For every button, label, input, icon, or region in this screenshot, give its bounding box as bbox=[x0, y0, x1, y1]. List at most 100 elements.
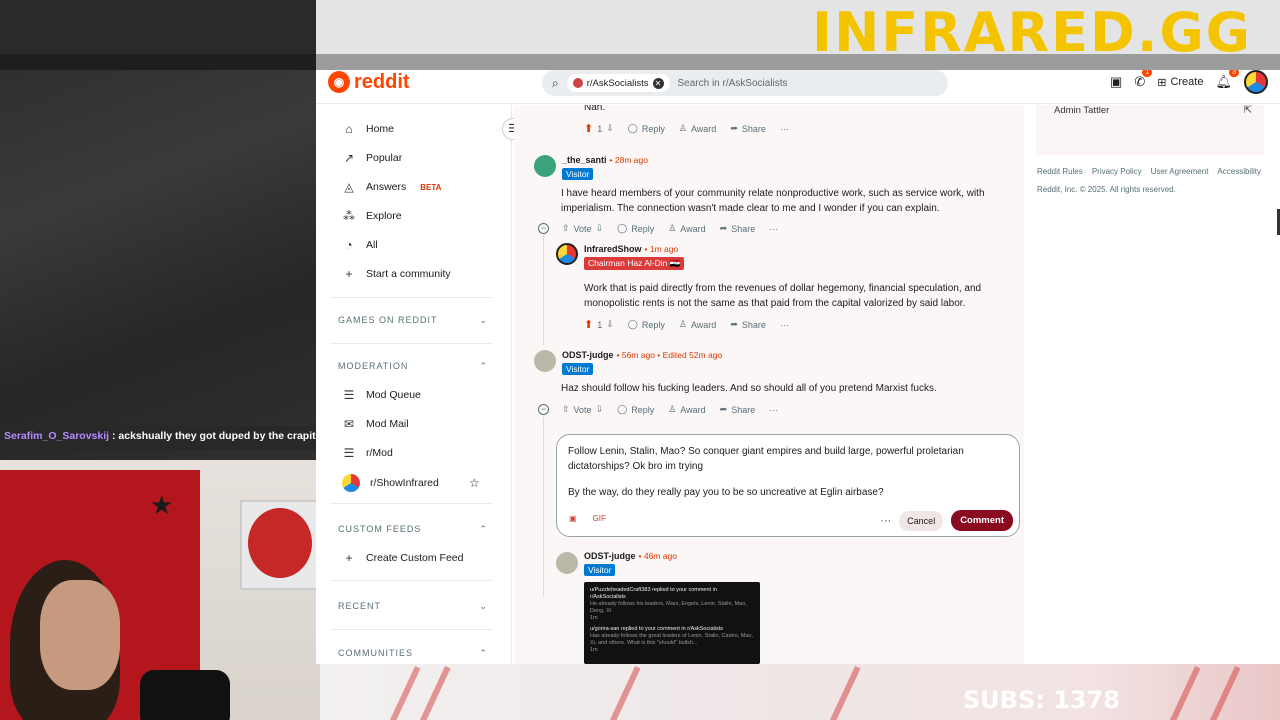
reddit-logo[interactable]: ◉ reddit bbox=[328, 70, 410, 94]
search-input[interactable]: Search in r/AskSocialists bbox=[678, 78, 788, 89]
upvote-icon[interactable]: ⇧ bbox=[562, 404, 570, 415]
user-avatar[interactable] bbox=[556, 552, 578, 574]
section-moderation[interactable]: MODERATION ⌃ bbox=[338, 361, 488, 372]
reply-button[interactable]: ◯ Reply bbox=[628, 123, 665, 134]
downvote-icon[interactable]: ⇩ bbox=[596, 223, 604, 234]
create-button[interactable]: ⊞ Create bbox=[1157, 76, 1203, 89]
upvote-icon[interactable]: ⬆ bbox=[584, 122, 593, 135]
user-avatar[interactable] bbox=[556, 243, 578, 265]
clear-scope-icon[interactable]: ✕ bbox=[652, 77, 664, 89]
more-options-button[interactable]: ··· bbox=[780, 124, 789, 134]
section-recent[interactable]: RECENT ⌄ bbox=[338, 601, 488, 612]
nav-popular[interactable]: ↗ Popular bbox=[342, 151, 402, 165]
external-link-icon[interactable]: ⇱ bbox=[1244, 105, 1252, 116]
reply-label: Reply bbox=[641, 123, 665, 134]
comment-button[interactable]: Comment bbox=[951, 510, 1013, 531]
star-icon[interactable]: ☆ bbox=[469, 476, 480, 490]
nav-create-feed[interactable]: + Create Custom Feed bbox=[342, 551, 463, 565]
reply-button[interactable]: ◯ Reply bbox=[617, 223, 654, 234]
chat-icon[interactable]: ✆ 1 bbox=[1134, 70, 1153, 90]
comment-author[interactable]: InfraredShow • 1m ago bbox=[584, 244, 678, 254]
share-button[interactable]: ➦ Share bbox=[720, 223, 756, 234]
comment-author[interactable]: ODST-judge • 56m ago • Edited 52m ago bbox=[562, 350, 722, 360]
award-button[interactable]: ♙ Award bbox=[668, 404, 705, 415]
overlay-band bbox=[0, 0, 316, 54]
footer-link[interactable]: Privacy Policy bbox=[1092, 167, 1142, 176]
create-label: Create bbox=[1170, 76, 1204, 88]
award-button[interactable]: ♙ Award bbox=[679, 123, 716, 134]
upvote-icon[interactable]: ⇧ bbox=[562, 223, 570, 234]
downvote-icon[interactable]: ⇩ bbox=[596, 404, 604, 415]
reply-button[interactable]: ◯ Reply bbox=[617, 404, 654, 415]
user-avatar[interactable] bbox=[534, 350, 556, 372]
subs-counter: SUBS: 1378 bbox=[962, 686, 1120, 714]
bell-icon[interactable]: 🔔︎ 3 bbox=[1215, 70, 1239, 90]
cancel-button[interactable]: Cancel bbox=[899, 510, 944, 531]
nav-showinfrared[interactable]: r/ShowInfrared ☆ bbox=[342, 474, 480, 492]
nav-label: Answers bbox=[366, 181, 407, 193]
nav-home[interactable]: ⌂ Home bbox=[342, 122, 394, 136]
nav-r-mod[interactable]: ☰ r/Mod bbox=[342, 446, 393, 460]
share-button[interactable]: ➦ Share bbox=[730, 319, 766, 330]
user-avatar[interactable] bbox=[534, 155, 556, 177]
footer-link[interactable]: User Agreement bbox=[1151, 167, 1209, 176]
decor-slash bbox=[825, 666, 861, 720]
advertise-icon[interactable]: ▣ bbox=[1110, 74, 1122, 90]
reply-composer[interactable]: Follow Lenin, Stalin, Mao? So conquer gi… bbox=[556, 434, 1020, 537]
nav-answers[interactable]: ◬ Answers BETA bbox=[342, 180, 441, 194]
moderator-card: Admin Tattler ⇱ bbox=[1036, 105, 1264, 155]
award-button[interactable]: ♙ Award bbox=[668, 223, 705, 234]
share-button[interactable]: ➦ Share bbox=[720, 404, 756, 415]
comment-author[interactable]: ODST-judge • 46m ago bbox=[584, 551, 677, 561]
reply-icon: ◯ bbox=[627, 123, 638, 133]
more-options-button[interactable]: ··· bbox=[769, 224, 778, 234]
share-label: Share bbox=[741, 319, 766, 330]
upvote-icon[interactable]: ⬆ bbox=[584, 318, 593, 331]
vote-control[interactable]: ⇧ Vote ⇩ bbox=[562, 223, 603, 234]
comment-image[interactable]: u/PuzzleheadedCraft383 replied to your c… bbox=[584, 582, 760, 664]
nav-all[interactable]: ◔ All bbox=[342, 238, 378, 252]
image-icon[interactable]: ▣ bbox=[569, 514, 577, 523]
reply-button[interactable]: ◯ Reply bbox=[628, 319, 665, 330]
vote-control[interactable]: ⬆ 1 ⇩ bbox=[584, 122, 614, 135]
nav-mod-mail[interactable]: ✉ Mod Mail bbox=[342, 417, 409, 431]
award-label: Award bbox=[680, 223, 706, 234]
comment-author[interactable]: _the_santi • 28m ago bbox=[562, 155, 648, 165]
share-button[interactable]: ➦ Share bbox=[730, 123, 766, 134]
footer-link[interactable]: Accessibility bbox=[1217, 167, 1261, 176]
section-custom-feeds[interactable]: CUSTOM FEEDS ⌃ bbox=[338, 524, 488, 535]
section-games[interactable]: GAMES ON REDDIT ⌄ bbox=[338, 315, 488, 326]
more-options-button[interactable]: ··· bbox=[769, 405, 778, 415]
more-options-icon[interactable]: ··· bbox=[880, 515, 891, 527]
author-name[interactable]: ODST-judge bbox=[562, 350, 614, 360]
reply-textarea[interactable]: Follow Lenin, Stalin, Mao? So conquer gi… bbox=[568, 444, 988, 500]
reply-label: Reply bbox=[641, 319, 665, 330]
collapse-icon[interactable]: − bbox=[538, 223, 549, 234]
vote-control[interactable]: ⬆ 1 ⇩ bbox=[584, 318, 614, 331]
reply-label: Reply bbox=[631, 223, 655, 234]
section-communities[interactable]: COMMUNITIES ⌃ bbox=[338, 648, 488, 659]
footer-link[interactable]: Reddit Rules bbox=[1037, 167, 1083, 176]
downvote-icon[interactable]: ⇩ bbox=[606, 123, 614, 134]
award-button[interactable]: ♙ Award bbox=[679, 319, 716, 330]
nav-start-community[interactable]: + Start a community bbox=[342, 267, 450, 281]
collapse-icon[interactable]: − bbox=[538, 404, 549, 415]
author-name[interactable]: InfraredShow bbox=[584, 244, 642, 254]
author-name[interactable]: ODST-judge bbox=[584, 551, 636, 561]
nav-mod-queue[interactable]: ☰ Mod Queue bbox=[342, 388, 421, 402]
nav-explore[interactable]: ⁂ Explore bbox=[342, 209, 402, 223]
chevron-down-icon: ⌄ bbox=[479, 315, 488, 325]
user-avatar[interactable] bbox=[1244, 70, 1268, 94]
thread-line bbox=[543, 235, 544, 345]
more-options-button[interactable]: ··· bbox=[780, 320, 789, 330]
author-name[interactable]: _the_santi bbox=[562, 155, 607, 165]
search-bar[interactable]: ⌕ r/AskSocialists ✕ Search in r/AskSocia… bbox=[542, 70, 948, 96]
decor-slash bbox=[415, 666, 451, 720]
divider bbox=[330, 629, 492, 630]
vote-control[interactable]: ⇧ Vote ⇩ bbox=[562, 404, 603, 415]
gif-button[interactable]: GIF bbox=[593, 514, 606, 523]
downvote-icon[interactable]: ⇩ bbox=[606, 319, 614, 330]
nav-label: All bbox=[366, 239, 378, 251]
search-scope-chip[interactable]: r/AskSocialists ✕ bbox=[566, 74, 670, 92]
moderator-name[interactable]: Admin Tattler bbox=[1054, 105, 1109, 116]
